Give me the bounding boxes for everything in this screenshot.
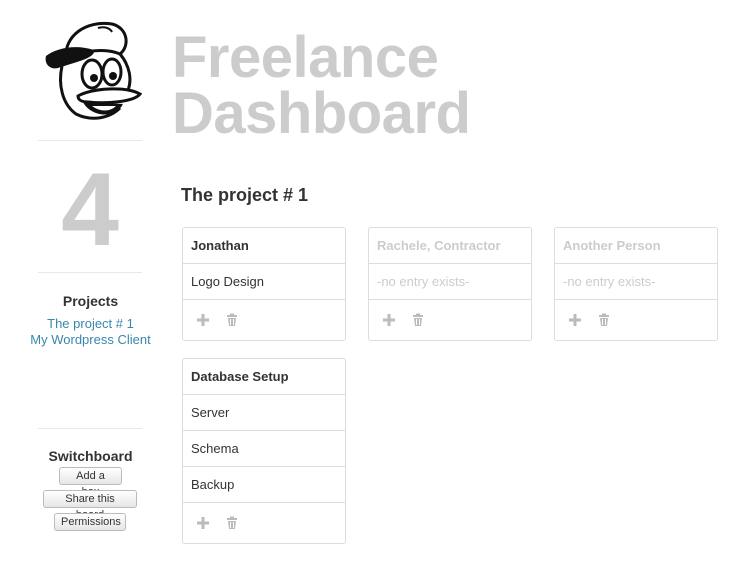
divider xyxy=(38,272,142,273)
project-count: 4 xyxy=(61,152,119,268)
add-box-button[interactable]: Add a box xyxy=(59,467,122,498)
box-actions xyxy=(183,503,345,543)
box-entry[interactable]: Backup xyxy=(183,467,345,503)
sidebar: 4 Projects The project # 1 My Wordpress … xyxy=(0,0,181,568)
box-entry[interactable]: Logo Design xyxy=(183,264,345,300)
divider xyxy=(38,428,142,429)
project-link-my-wordpress-client[interactable]: My Wordpress Client xyxy=(0,332,181,347)
person-box: Rachele, Contractor -no entry exists- xyxy=(368,227,532,341)
box-header: Rachele, Contractor xyxy=(369,228,531,264)
duck-avatar-icon xyxy=(45,21,143,120)
box-actions xyxy=(183,300,345,340)
page-title-line-2: Dashboard xyxy=(172,81,471,146)
plus-icon[interactable] xyxy=(382,313,396,327)
board-title: The project # 1 xyxy=(181,185,309,205)
task-box: Database Setup Server Schema Backup xyxy=(182,358,346,544)
trash-icon[interactable] xyxy=(411,313,425,327)
project-link-the-project-1[interactable]: The project # 1 xyxy=(0,316,181,331)
box-header: Another Person xyxy=(555,228,717,264)
switchboard-heading: Switchboard xyxy=(48,448,133,464)
projects-heading: Projects xyxy=(62,293,119,309)
person-box: Another Person -no entry exists- xyxy=(554,227,718,341)
plus-icon[interactable] xyxy=(568,313,582,327)
box-entry[interactable]: Schema xyxy=(183,431,345,467)
box-actions xyxy=(369,300,531,340)
person-box: Jonathan Logo Design xyxy=(182,227,346,341)
plus-icon[interactable] xyxy=(196,516,210,530)
trash-icon[interactable] xyxy=(225,516,239,530)
box-entry-empty: -no entry exists- xyxy=(369,264,531,300)
page-title-line-1: Freelance xyxy=(172,25,439,90)
divider xyxy=(38,140,142,141)
box-actions xyxy=(555,300,717,340)
box-entry-empty: -no entry exists- xyxy=(555,264,717,300)
page-title: Freelance Dashboard xyxy=(172,25,471,146)
trash-icon[interactable] xyxy=(597,313,611,327)
box-header: Jonathan xyxy=(183,228,345,264)
trash-icon[interactable] xyxy=(225,313,239,327)
box-entry[interactable]: Server xyxy=(183,395,345,431)
box-header: Database Setup xyxy=(183,359,345,395)
plus-icon[interactable] xyxy=(196,313,210,327)
permissions-button[interactable]: Permissions xyxy=(54,513,126,531)
share-board-button[interactable]: Share this board xyxy=(43,490,137,521)
